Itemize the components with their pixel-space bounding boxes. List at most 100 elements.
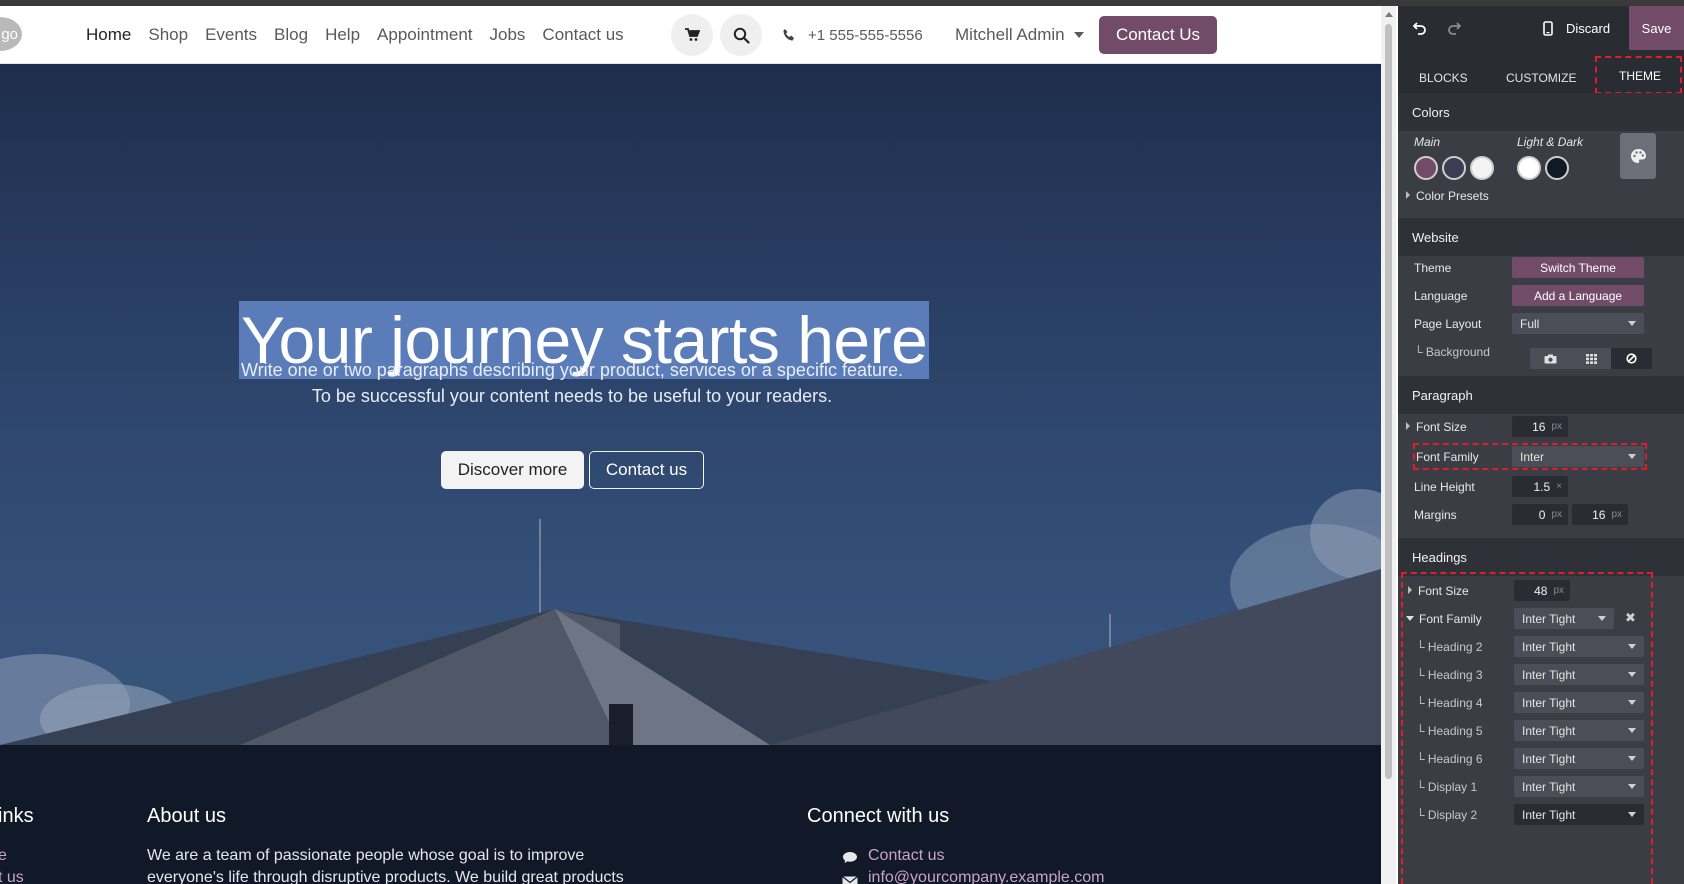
nav-item-home[interactable]: Home xyxy=(86,25,131,45)
footer-contact-link[interactable]: Contact us xyxy=(868,847,944,865)
user-name: Mitchell Admin xyxy=(955,25,1065,44)
px-unit: px xyxy=(1611,509,1622,520)
hero-contact-button[interactable]: Contact us xyxy=(589,451,704,489)
undo-button[interactable] xyxy=(1410,18,1430,38)
footer-about-heading: About us xyxy=(147,805,226,827)
chevron-down-icon xyxy=(1628,672,1636,677)
nav-item-jobs[interactable]: Jobs xyxy=(490,25,526,45)
footer-link-2[interactable]: t us xyxy=(0,869,24,884)
phone-icon xyxy=(783,29,794,41)
scroll-up-icon[interactable] xyxy=(1385,12,1393,17)
site-navbar: go Home Shop Events Blog Help Appointmen… xyxy=(0,6,1381,64)
page-layout-select[interactable]: Full xyxy=(1512,313,1644,334)
main-color-1-swatch[interactable] xyxy=(1414,156,1438,180)
grid-icon xyxy=(1585,353,1597,364)
footer-connect-heading: Connect with us xyxy=(807,805,950,827)
site-logo[interactable]: go xyxy=(0,17,22,51)
heading-6-label: └ Heading 6 xyxy=(1416,752,1483,766)
add-language-button[interactable]: Add a Language xyxy=(1512,285,1644,306)
redo-icon xyxy=(1448,22,1461,35)
heading-6-font-select[interactable]: Inter Tight xyxy=(1514,748,1644,769)
hero-section[interactable]: Your journey starts here Write one or tw… xyxy=(0,64,1381,745)
nav-item-help[interactable]: Help xyxy=(325,25,360,45)
redo-button[interactable] xyxy=(1444,18,1464,38)
mobile-preview-button[interactable] xyxy=(1538,18,1558,38)
chat-icon xyxy=(842,851,858,869)
footer-about-text-1: We are a team of passionate people whose… xyxy=(147,847,585,864)
hero-paragraph-line1[interactable]: Write one or two paragraphs describing y… xyxy=(190,360,954,381)
scrollbar-thumb[interactable] xyxy=(1385,24,1392,779)
hero-paragraph-line2[interactable]: To be successful your content needs to b… xyxy=(190,386,954,407)
color-presets-toggle[interactable]: Color Presets xyxy=(1406,189,1489,203)
heading-2-label: └ Heading 2 xyxy=(1416,640,1483,654)
heading-3-font-value: Inter Tight xyxy=(1522,667,1576,682)
color-palette-button[interactable] xyxy=(1620,133,1656,179)
contact-us-cta-button[interactable]: Contact Us xyxy=(1099,16,1217,54)
margin-bottom-value: 16 xyxy=(1592,507,1606,522)
headings-font-size-label: Font Size xyxy=(1418,584,1469,598)
headings-font-family-toggle[interactable]: Font Family xyxy=(1406,612,1482,626)
phone-number: +1 555-555-5556 xyxy=(808,26,923,44)
display-2-font-value: Inter Tight xyxy=(1522,807,1576,822)
background-label: └ Background xyxy=(1414,345,1490,359)
display-1-label: └ Display 1 xyxy=(1416,780,1478,794)
nav-item-contact[interactable]: Contact us xyxy=(542,25,623,45)
heading-5-font-select[interactable]: Inter Tight xyxy=(1514,720,1644,741)
phone-link[interactable]: +1 555-555-5556 xyxy=(782,6,923,64)
light-color-swatch[interactable] xyxy=(1517,156,1541,180)
save-button[interactable]: Save xyxy=(1629,6,1684,50)
headings-font-family-select[interactable]: Inter Tight xyxy=(1514,608,1614,629)
margin-top-input[interactable]: 0 px xyxy=(1512,504,1568,525)
footer-about-text-2: everyone's life through disruptive produ… xyxy=(147,869,624,884)
headings-font-family-label: Font Family xyxy=(1419,612,1482,626)
chevron-down-icon xyxy=(1628,644,1636,649)
footer-links-heading: inks xyxy=(0,805,34,827)
discover-more-button[interactable]: Discover more xyxy=(441,451,584,489)
nav-item-shop[interactable]: Shop xyxy=(148,25,188,45)
main-color-2-swatch[interactable] xyxy=(1442,156,1466,180)
headings-font-size-toggle[interactable]: Font Size xyxy=(1408,584,1469,598)
chevron-down-icon xyxy=(1406,616,1414,621)
background-options xyxy=(1530,348,1653,369)
discard-button[interactable]: Discard xyxy=(1566,6,1610,50)
display-2-font-select[interactable]: Inter Tight xyxy=(1514,804,1644,825)
nav-item-events[interactable]: Events xyxy=(205,25,257,45)
chevron-down-icon xyxy=(1628,321,1636,326)
preview-scrollbar[interactable] xyxy=(1381,6,1396,884)
nav-menu: Home Shop Events Blog Help Appointment J… xyxy=(86,6,641,64)
search-button[interactable] xyxy=(720,14,762,56)
camera-icon xyxy=(1544,354,1557,363)
nav-item-blog[interactable]: Blog xyxy=(274,25,308,45)
chevron-down-icon xyxy=(1628,756,1636,761)
main-color-3-swatch[interactable] xyxy=(1470,156,1494,180)
display-2-label: └ Display 2 xyxy=(1416,808,1478,822)
paragraph-font-size-toggle[interactable]: Font Size xyxy=(1406,420,1467,434)
footer-email-link[interactable]: info@yourcompany.example.com xyxy=(868,869,1105,884)
heading-3-font-select[interactable]: Inter Tight xyxy=(1514,664,1644,685)
background-none-option[interactable] xyxy=(1611,348,1653,369)
paragraph-font-size-input[interactable]: 16 px xyxy=(1512,416,1568,437)
line-height-input[interactable]: 1.5 × xyxy=(1512,476,1568,497)
display-1-font-select[interactable]: Inter Tight xyxy=(1514,776,1644,797)
margin-bottom-input[interactable]: 16 px xyxy=(1572,504,1628,525)
px-unit: px xyxy=(1553,585,1564,596)
background-pattern-option[interactable] xyxy=(1571,348,1612,369)
nav-item-appointment[interactable]: Appointment xyxy=(377,25,472,45)
heading-2-font-select[interactable]: Inter Tight xyxy=(1514,636,1644,657)
background-image-option[interactable] xyxy=(1530,348,1571,369)
reset-font-family-icon[interactable]: ✖ xyxy=(1625,610,1636,626)
user-menu[interactable]: Mitchell Admin xyxy=(955,6,1084,64)
headings-font-size-input[interactable]: 48 px xyxy=(1514,580,1570,601)
website-preview: go Home Shop Events Blog Help Appointmen… xyxy=(0,6,1381,884)
envelope-icon xyxy=(842,875,858,884)
language-label: Language xyxy=(1414,289,1468,303)
heading-6-font-value: Inter Tight xyxy=(1522,751,1576,766)
chevron-right-icon xyxy=(1408,586,1412,594)
switch-theme-button[interactable]: Switch Theme xyxy=(1512,257,1644,278)
dark-color-swatch[interactable] xyxy=(1545,156,1569,180)
cart-button[interactable] xyxy=(671,14,713,56)
chevron-down-icon xyxy=(1628,812,1636,817)
footer-link-1[interactable]: e xyxy=(0,847,7,865)
paragraph-font-size-value: 16 xyxy=(1532,419,1546,434)
heading-4-font-select[interactable]: Inter Tight xyxy=(1514,692,1644,713)
